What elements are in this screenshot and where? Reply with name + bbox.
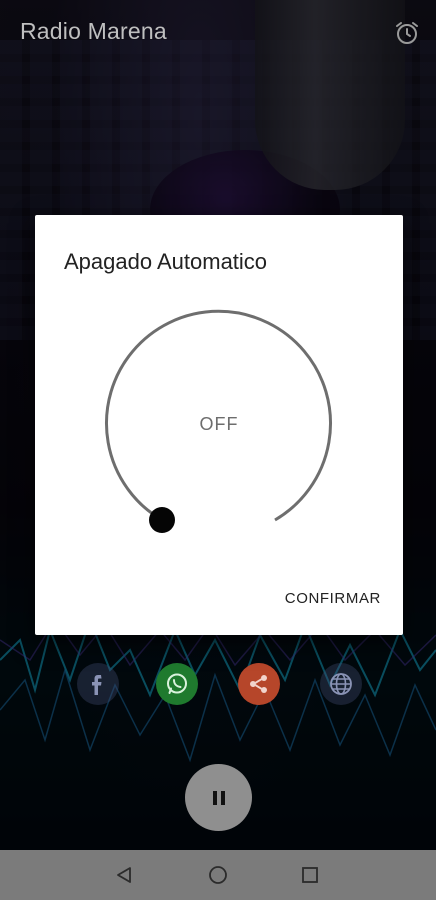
recents-icon[interactable]: [300, 865, 320, 885]
back-icon[interactable]: [114, 865, 134, 885]
confirm-button[interactable]: CONFIRMAR: [271, 587, 381, 609]
whatsapp-icon: [167, 673, 187, 694]
auto-off-dialog: Apagado Automatico OFF CONFIRMAR: [35, 215, 403, 635]
facebook-button[interactable]: [77, 663, 119, 705]
share-button[interactable]: [238, 663, 280, 705]
system-nav-bar: [0, 850, 436, 900]
facebook-icon: [92, 675, 102, 695]
pause-icon: [211, 790, 227, 805]
app-title: Radio Marena: [20, 18, 167, 44]
alarm-clock-icon[interactable]: [394, 20, 420, 46]
timer-value: OFF: [199, 414, 239, 434]
globe-icon: [330, 673, 352, 695]
website-button[interactable]: [320, 663, 362, 705]
home-icon[interactable]: [208, 865, 228, 885]
knob-handle: [149, 507, 175, 533]
app-bar: Radio Marena: [0, 0, 436, 66]
play-pause-button[interactable]: [185, 764, 252, 831]
whatsapp-button[interactable]: [156, 663, 198, 705]
share-icon: [250, 675, 267, 693]
